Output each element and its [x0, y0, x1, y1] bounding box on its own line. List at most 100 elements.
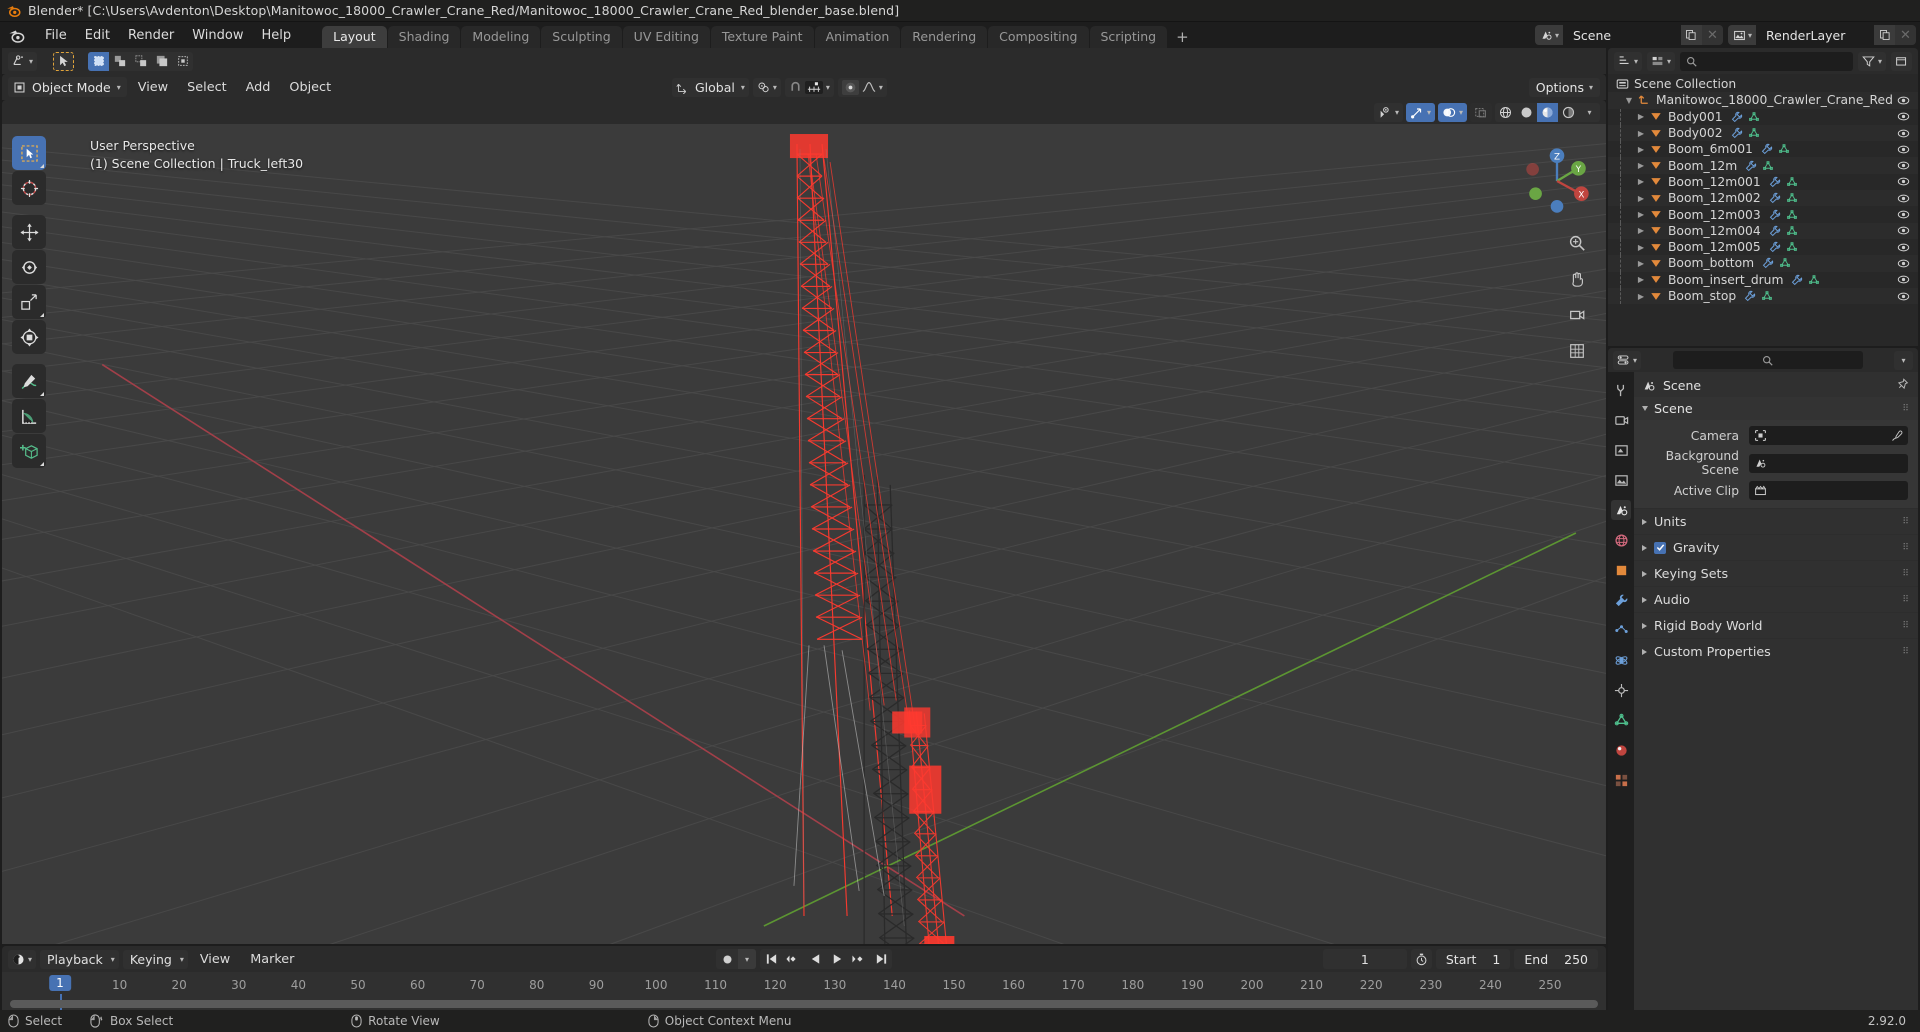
frame-start-field[interactable]: Start 1: [1435, 949, 1511, 969]
outliner-row-object[interactable]: ▶ Boom_stop: [1608, 287, 1918, 305]
properties-panel-custom-properties[interactable]: Custom Properties ⠿: [1634, 638, 1918, 664]
menu-help[interactable]: Help: [253, 26, 301, 45]
object-visibility-icon[interactable]: [1897, 291, 1910, 302]
tab-scene[interactable]: [1611, 500, 1631, 520]
auto-keying-group[interactable]: ▾: [716, 949, 756, 969]
tab-tool[interactable]: [1611, 380, 1631, 400]
modifier-icon[interactable]: [1762, 257, 1774, 269]
timeline-menu-marker[interactable]: Marker: [242, 950, 302, 969]
tab-layout[interactable]: Layout: [322, 26, 387, 48]
modifier-icon[interactable]: [1769, 225, 1781, 237]
snap-magnet-icon[interactable]: [789, 81, 802, 94]
collection-visibility-icon[interactable]: [1897, 95, 1910, 106]
panel-expand-icon[interactable]: [1642, 406, 1648, 411]
gizmo-toggle[interactable]: ▾: [1405, 102, 1435, 122]
options-dropdown[interactable]: Options ▾: [1528, 77, 1600, 97]
play-icon[interactable]: [826, 949, 848, 969]
tab-render[interactable]: [1611, 410, 1631, 430]
panel-collapse-icon[interactable]: [1642, 596, 1647, 603]
camera-eyedropper-icon[interactable]: [1891, 430, 1903, 442]
panel-collapse-icon[interactable]: [1642, 570, 1647, 577]
properties-panel-audio[interactable]: Audio ⠿: [1634, 586, 1918, 612]
prev-keyframe-icon[interactable]: [782, 949, 804, 969]
tab-modeling[interactable]: Modeling: [461, 26, 541, 48]
select-mode-group[interactable]: [88, 51, 194, 71]
object-visibility-icon[interactable]: [1897, 128, 1910, 139]
mesh-data-icon[interactable]: [1786, 209, 1798, 221]
jump-to-start-icon[interactable]: [760, 949, 782, 969]
shading-wireframe-icon[interactable]: [1495, 103, 1516, 122]
object-expand-icon[interactable]: ▶: [1634, 292, 1648, 301]
modifier-icon[interactable]: [1769, 192, 1781, 204]
viewport-menu-select[interactable]: Select: [179, 78, 234, 97]
viewport-menu-view[interactable]: View: [130, 78, 176, 97]
properties-search-input[interactable]: [1672, 351, 1863, 369]
pin-icon[interactable]: [1896, 378, 1909, 391]
outliner-editor-icon[interactable]: ▾: [1614, 51, 1643, 71]
outliner-row-object[interactable]: ▶ Boom_12m005: [1608, 238, 1918, 256]
outliner-row-object[interactable]: ▶ Boom_insert_drum: [1608, 271, 1918, 288]
tab-texture[interactable]: [1611, 770, 1631, 790]
outliner-row-object[interactable]: ▶ Body001: [1608, 108, 1918, 125]
move-tool[interactable]: [12, 215, 46, 249]
tab-material[interactable]: [1611, 740, 1631, 760]
properties-panel-gravity[interactable]: Gravity ⠿: [1634, 534, 1918, 560]
frame-end-field[interactable]: End 250: [1514, 949, 1598, 969]
scene-selector[interactable]: ▾ Scene ✕: [1534, 25, 1723, 45]
proportional-edit-icon[interactable]: [841, 79, 859, 95]
mesh-data-icon[interactable]: [1748, 111, 1760, 123]
tweak-select-tool[interactable]: [12, 136, 46, 170]
active-tool-icon[interactable]: [53, 51, 75, 71]
outliner-display-mode[interactable]: ▾: [1647, 51, 1676, 71]
object-expand-icon[interactable]: ▶: [1634, 129, 1648, 138]
menu-window[interactable]: Window: [183, 26, 252, 45]
play-reverse-icon[interactable]: [804, 949, 826, 969]
tab-texture-paint[interactable]: Texture Paint: [710, 26, 814, 48]
modifier-icon[interactable]: [1769, 209, 1781, 221]
add-cube-tool[interactable]: [12, 434, 46, 468]
mesh-data-icon[interactable]: [1779, 257, 1791, 269]
shading-material-preview-icon[interactable]: [1537, 102, 1558, 122]
use-preview-range-icon[interactable]: [1410, 949, 1432, 969]
modifier-icon[interactable]: [1731, 111, 1743, 123]
timeline-scrollbar[interactable]: [10, 1000, 1598, 1008]
outliner-row-object[interactable]: ▶ Boom_bottom: [1608, 255, 1918, 272]
collection-expand-icon[interactable]: ▼: [1622, 96, 1636, 105]
tab-sculpting[interactable]: Sculpting: [541, 26, 622, 48]
mesh-data-icon[interactable]: [1786, 225, 1798, 237]
view-layer-icon[interactable]: ▾: [1727, 25, 1756, 45]
tab-output[interactable]: [1611, 440, 1631, 460]
object-visibility-icon[interactable]: [1897, 144, 1910, 155]
tab-physics[interactable]: [1611, 650, 1631, 670]
tab-uv-editing[interactable]: UV Editing: [622, 26, 710, 48]
mesh-data-icon[interactable]: [1786, 192, 1798, 204]
object-visibility-icon[interactable]: [1897, 160, 1910, 171]
next-keyframe-icon[interactable]: [848, 949, 870, 969]
blender-menu-icon[interactable]: [8, 27, 25, 44]
outliner-row-object[interactable]: ▶ Boom_12m: [1608, 157, 1918, 174]
object-visibility-icon[interactable]: [1897, 111, 1910, 122]
panel-enable-checkbox[interactable]: [1654, 541, 1666, 554]
panel-collapse-icon[interactable]: [1642, 648, 1647, 655]
tab-constraints[interactable]: [1611, 680, 1631, 700]
modifier-icon[interactable]: [1745, 160, 1757, 172]
tab-shading[interactable]: Shading: [387, 26, 461, 48]
menu-render[interactable]: Render: [119, 26, 183, 45]
object-expand-icon[interactable]: ▶: [1634, 177, 1648, 186]
object-visibility-icon[interactable]: [1897, 209, 1910, 220]
pan-hand-icon[interactable]: [1563, 265, 1590, 292]
annotate-tool[interactable]: [12, 364, 46, 398]
interaction-mode-select[interactable]: Object Mode ▾: [8, 77, 127, 97]
camera-view-icon[interactable]: [1563, 301, 1590, 328]
background-scene-field[interactable]: [1749, 453, 1908, 473]
select-extend-icon[interactable]: [109, 52, 130, 71]
outliner-row-object[interactable]: ▶ Boom_12m002: [1608, 190, 1918, 207]
falloff-curve-icon[interactable]: [862, 81, 876, 93]
new-scene-button[interactable]: [1680, 25, 1702, 45]
outliner-new-collection-icon[interactable]: [1891, 51, 1912, 71]
shading-rendered-icon[interactable]: [1558, 103, 1579, 122]
navigation-gizmo[interactable]: Z Y X: [1518, 142, 1596, 220]
remove-view-layer-button[interactable]: ✕: [1895, 25, 1916, 45]
outliner-row-object[interactable]: ▶ Boom_6m001: [1608, 141, 1918, 158]
shading-mode-group[interactable]: ▾: [1495, 102, 1600, 122]
